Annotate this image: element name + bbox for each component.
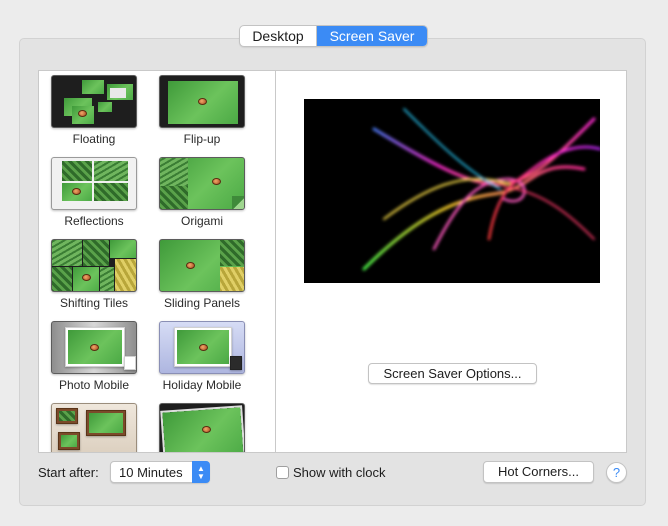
screensaver-item-photo-mobile[interactable]: Photo Mobile	[49, 321, 139, 392]
screensaver-item-flip-up[interactable]: Flip-up	[157, 75, 247, 146]
screensaver-label: Reflections	[64, 214, 124, 228]
stepper-arrows-icon: ▲ ▼	[192, 461, 210, 483]
holiday-mobile-thumbnail	[159, 321, 245, 374]
reflections-thumbnail	[51, 157, 137, 210]
screensaver-item-holiday-mobile[interactable]: Holiday Mobile	[157, 321, 247, 392]
screen-saver-list[interactable]: Floating Flip-up Reflections Origami Shi…	[38, 70, 275, 453]
screensaver-label: Photo Mobile	[58, 378, 130, 392]
screensaver-label: Flip-up	[183, 132, 221, 146]
flip-up-thumbnail	[159, 75, 245, 128]
start-after-label: Start after:	[38, 465, 99, 480]
start-after-select[interactable]: 10 Minutes ▲ ▼	[110, 461, 210, 483]
screensaver-item-sliding-panels[interactable]: Sliding Panels	[157, 239, 247, 310]
screensaver-item-partial-2[interactable]	[157, 403, 247, 452]
screensaver-item-floating[interactable]: Floating	[49, 75, 139, 146]
ken-burns-thumbnail	[159, 403, 245, 452]
question-mark-icon: ?	[612, 465, 621, 480]
screensaver-label: Floating	[72, 132, 116, 146]
screensaver-item-shifting-tiles[interactable]: Shifting Tiles	[49, 239, 139, 310]
shifting-tiles-thumbnail	[51, 239, 137, 292]
show-with-clock-label[interactable]: Show with clock	[293, 465, 385, 480]
origami-thumbnail	[159, 157, 245, 210]
screensaver-item-origami[interactable]: Origami	[157, 157, 247, 228]
screensaver-item-reflections[interactable]: Reflections	[49, 157, 139, 228]
vintage-prints-thumbnail	[51, 403, 137, 452]
screensaver-label: Holiday Mobile	[162, 378, 242, 392]
start-after-value: 10 Minutes	[119, 465, 183, 480]
hot-corners-button[interactable]: Hot Corners...	[483, 461, 594, 483]
screensaver-label: Origami	[180, 214, 223, 228]
tab-desktop[interactable]: Desktop	[240, 26, 317, 46]
floating-thumbnail	[51, 75, 137, 128]
screen-saver-options-button[interactable]: Screen Saver Options...	[368, 363, 537, 384]
show-with-clock-checkbox[interactable]	[276, 466, 289, 479]
tab-bar: Desktop Screen Saver	[239, 25, 428, 47]
help-button[interactable]: ?	[606, 462, 627, 483]
tab-screen-saver[interactable]: Screen Saver	[317, 26, 427, 46]
screensaver-label: Sliding Panels	[163, 296, 241, 310]
sliding-panels-thumbnail	[159, 239, 245, 292]
screen-saver-preview	[304, 99, 600, 283]
photo-mobile-thumbnail	[51, 321, 137, 374]
flurry-preview-image	[362, 108, 600, 271]
screensaver-item-partial-1[interactable]	[49, 403, 139, 452]
screensaver-label: Shifting Tiles	[59, 296, 129, 310]
